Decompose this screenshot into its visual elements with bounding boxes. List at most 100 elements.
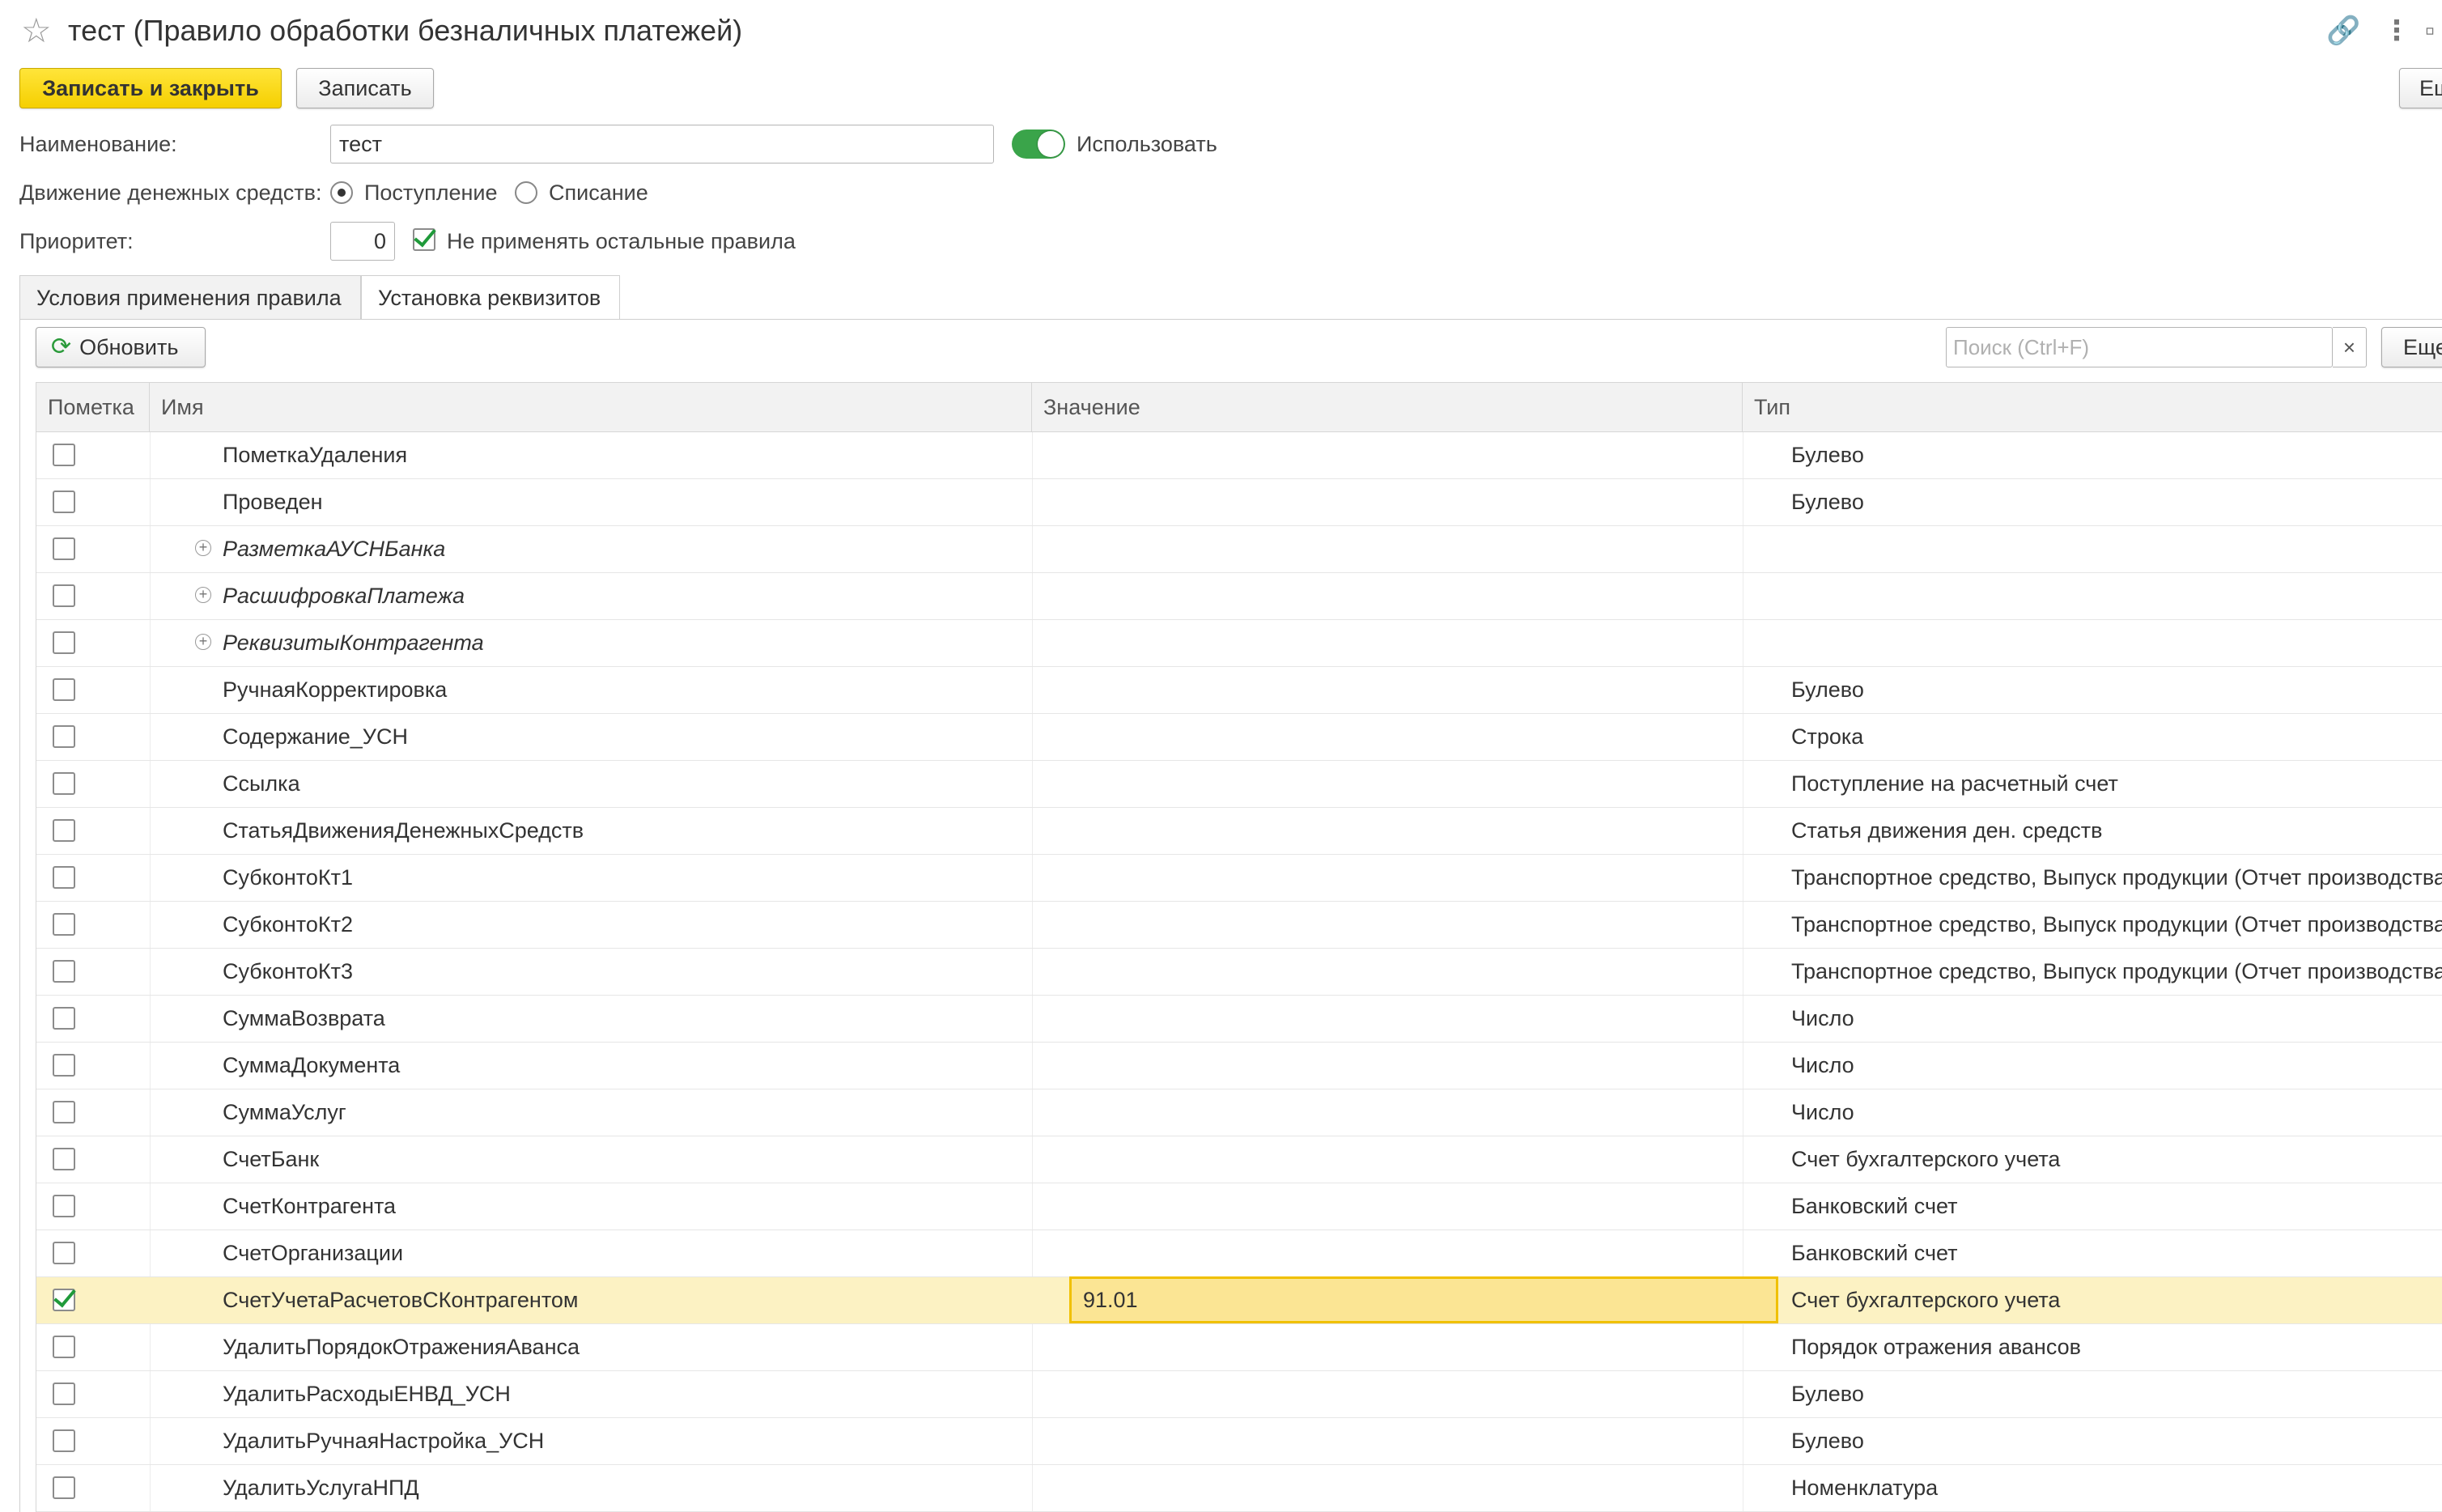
row-mark-checkbox[interactable] xyxy=(53,772,75,795)
tab-conditions[interactable]: Условия применения правила xyxy=(19,275,361,321)
row-mark-checkbox[interactable] xyxy=(53,1195,75,1217)
attribute-value[interactable] xyxy=(1069,1371,1778,1417)
attribute-value[interactable] xyxy=(1069,526,1778,572)
refresh-button[interactable]: ⟳ Обновить xyxy=(36,327,206,367)
panel-more-button[interactable]: Еще xyxy=(2381,327,2442,367)
attribute-value[interactable] xyxy=(1069,996,1778,1042)
priority-input[interactable]: 0 xyxy=(330,222,395,261)
table-row[interactable]: СчетОрганизации Банковский счет xyxy=(36,1230,2442,1277)
attribute-value[interactable] xyxy=(1069,714,1778,760)
row-mark-checkbox[interactable] xyxy=(53,960,75,983)
attribute-name: СубконтоКт2 xyxy=(223,912,353,937)
attribute-value[interactable] xyxy=(1069,761,1778,807)
table-row[interactable]: РучнаяКорректировка Булево xyxy=(36,667,2442,714)
dont-apply-checkbox[interactable] xyxy=(413,228,435,251)
row-mark-checkbox[interactable] xyxy=(53,537,75,560)
row-mark-checkbox[interactable] xyxy=(53,1382,75,1405)
table-row[interactable]: + РеквизитыКонтрагента xyxy=(36,620,2442,667)
table-row[interactable]: СчетКонтрагента Банковский счет xyxy=(36,1183,2442,1230)
tab-set-attributes[interactable]: Установка реквизитов xyxy=(361,275,620,321)
mark-cell xyxy=(36,1043,150,1089)
table-row[interactable]: СчетУчетаРасчетовСКонтрагентом 91.01 Счет … xyxy=(36,1276,2442,1324)
table-row[interactable]: СуммаВозврата Число xyxy=(36,996,2442,1043)
row-mark-checkbox[interactable] xyxy=(53,1242,75,1264)
table-row[interactable]: Содержание_УСН Строка xyxy=(36,714,2442,761)
attribute-value[interactable]: 91.01 xyxy=(1069,1276,1778,1323)
save-and-close-button[interactable]: Записать и закрыть xyxy=(19,68,282,108)
row-mark-checkbox[interactable] xyxy=(53,678,75,701)
attribute-value[interactable] xyxy=(1069,1418,1778,1464)
attribute-name: УдалитьРучнаяНастройка_УСН xyxy=(223,1429,545,1453)
row-mark-checkbox[interactable] xyxy=(53,584,75,607)
attribute-value[interactable] xyxy=(1069,1183,1778,1230)
attribute-value[interactable] xyxy=(1069,902,1778,948)
table-row[interactable]: СтатьяДвиженияДенежныхСредств Статья движ… xyxy=(36,808,2442,855)
plus-circle-icon[interactable]: + xyxy=(195,540,211,556)
attribute-value[interactable] xyxy=(1069,432,1778,478)
window-icon[interactable]: ▫ xyxy=(2425,13,2435,49)
table-row[interactable]: Ссылка Поступление на расчетный счет xyxy=(36,761,2442,808)
table-row[interactable]: СчетБанк Счет бухгалтерского учета xyxy=(36,1136,2442,1183)
attribute-value[interactable] xyxy=(1069,620,1778,666)
cashflow-in-radio[interactable] xyxy=(330,181,353,204)
row-mark-checkbox[interactable] xyxy=(53,913,75,936)
name-input[interactable]: тест xyxy=(330,125,994,164)
row-mark-checkbox[interactable] xyxy=(53,631,75,654)
column-type[interactable]: Тип xyxy=(1743,383,2442,431)
attribute-type: Транспортное средство, Выпуск продукции … xyxy=(1791,912,2442,937)
table-row[interactable]: УдалитьРасходыЕНВД_УСН Булево xyxy=(36,1371,2442,1418)
column-name[interactable]: Имя xyxy=(150,383,1032,431)
table-row[interactable]: СубконтоКт1 Транспортное средство, Выпуск… xyxy=(36,855,2442,902)
column-value[interactable]: Значение xyxy=(1032,383,1743,431)
attribute-value[interactable] xyxy=(1069,667,1778,713)
table-row[interactable]: СубконтоКт2 Транспортное средство, Выпуск… xyxy=(36,902,2442,949)
attribute-value[interactable] xyxy=(1069,808,1778,854)
use-toggle[interactable] xyxy=(1012,130,1065,159)
table-row[interactable]: УдалитьПорядокОтраженияАванса Порядок отр… xyxy=(36,1324,2442,1371)
table-row[interactable]: УдалитьРучнаяНастройка_УСН Булево xyxy=(36,1418,2442,1465)
attribute-value[interactable] xyxy=(1069,1089,1778,1136)
plus-circle-icon[interactable]: + xyxy=(195,587,211,603)
search-input[interactable]: Поиск (Ctrl+F) xyxy=(1946,327,2333,367)
star-icon[interactable]: ☆ xyxy=(21,8,52,53)
table-row[interactable]: СубконтоКт3 Транспортное средство, Выпуск… xyxy=(36,949,2442,996)
attribute-value[interactable] xyxy=(1069,1324,1778,1370)
link-icon[interactable]: 🔗 xyxy=(2326,13,2360,49)
row-mark-checkbox[interactable] xyxy=(53,866,75,889)
attribute-value[interactable] xyxy=(1069,1043,1778,1089)
more-button[interactable]: Ещё xyxy=(2399,68,2442,108)
row-mark-checkbox[interactable] xyxy=(53,1336,75,1358)
table-row[interactable]: СуммаУслуг Число xyxy=(36,1089,2442,1136)
column-mark[interactable]: Пометка xyxy=(36,383,150,431)
row-mark-checkbox[interactable] xyxy=(53,819,75,842)
kebab-menu-icon[interactable]: ⋮ xyxy=(2383,13,2410,49)
row-mark-checkbox[interactable] xyxy=(53,1289,75,1311)
plus-circle-icon[interactable]: + xyxy=(195,634,211,650)
table-row[interactable]: + РазметкаАУСНБанка xyxy=(36,526,2442,573)
attribute-value[interactable] xyxy=(1069,1230,1778,1276)
attribute-value[interactable] xyxy=(1069,1465,1778,1511)
attribute-value[interactable] xyxy=(1069,949,1778,995)
row-mark-checkbox[interactable] xyxy=(53,491,75,513)
search-clear-button[interactable]: × xyxy=(2333,327,2367,367)
row-mark-checkbox[interactable] xyxy=(53,725,75,748)
attribute-value[interactable] xyxy=(1069,573,1778,619)
row-mark-checkbox[interactable] xyxy=(53,444,75,466)
cashflow-out-radio[interactable] xyxy=(515,181,537,204)
table-row[interactable]: ПометкаУдаления Булево xyxy=(36,432,2442,479)
table-row[interactable]: СуммаДокумента Число xyxy=(36,1043,2442,1089)
row-mark-checkbox[interactable] xyxy=(53,1054,75,1077)
row-mark-checkbox[interactable] xyxy=(53,1429,75,1452)
save-button[interactable]: Записать xyxy=(296,68,434,108)
table-row[interactable]: УдалитьУслугаНПД Номенклатура xyxy=(36,1465,2442,1512)
row-mark-checkbox[interactable] xyxy=(53,1007,75,1030)
row-mark-checkbox[interactable] xyxy=(53,1148,75,1170)
attribute-value[interactable] xyxy=(1069,1136,1778,1183)
table-row[interactable]: Проведен Булево xyxy=(36,479,2442,526)
attribute-value[interactable] xyxy=(1069,855,1778,901)
row-mark-checkbox[interactable] xyxy=(53,1476,75,1499)
attribute-value[interactable] xyxy=(1069,479,1778,525)
table-row[interactable]: + РасшифровкаПлатежа xyxy=(36,573,2442,620)
row-mark-checkbox[interactable] xyxy=(53,1101,75,1123)
attribute-type: Булево xyxy=(1791,490,1864,514)
